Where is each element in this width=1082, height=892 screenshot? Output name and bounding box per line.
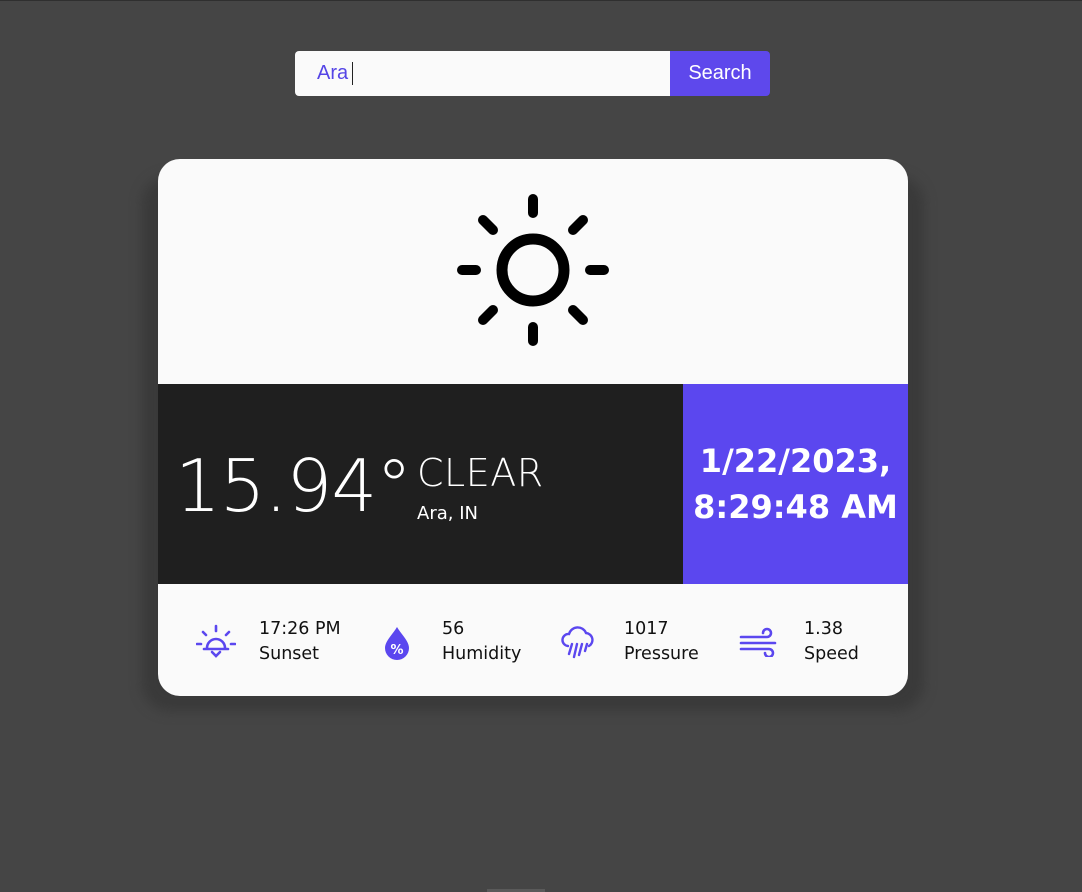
stat-text: 56 Humidity xyxy=(442,617,521,667)
temperature-panel: 15.94° CLEAR Ara, IN xyxy=(158,384,683,584)
datetime-panel: 1/22/2023, 8:29:48 AM xyxy=(683,384,908,584)
text-caret xyxy=(352,62,353,85)
stat-humidity: % 56 Humidity xyxy=(383,617,521,667)
date: 1/22/2023, xyxy=(699,442,892,480)
wind-icon xyxy=(739,627,777,657)
temperature: 15.94° xyxy=(175,444,412,528)
stat-label: Speed xyxy=(804,644,859,664)
window-top-border xyxy=(0,0,1082,1)
stat-pressure: 1017 Pressure xyxy=(560,617,699,667)
stat-label: Pressure xyxy=(624,644,699,664)
time: 8:29:48 AM xyxy=(693,488,898,526)
stat-value: 1.38 xyxy=(804,619,843,639)
stat-sunset: 17:26 PM Sunset xyxy=(196,617,341,667)
search-button[interactable]: Search xyxy=(670,51,770,96)
stat-value: 1017 xyxy=(624,619,669,639)
stat-label: Sunset xyxy=(259,644,320,664)
sunset-icon xyxy=(196,624,236,658)
humidity-icon: % xyxy=(385,627,409,660)
stat-text: 1017 Pressure xyxy=(624,617,699,667)
rain-cloud-icon xyxy=(561,626,594,659)
stat-value: 17:26 PM xyxy=(259,619,341,639)
weather-icon-area xyxy=(158,159,908,384)
weather-card: 15.94° CLEAR Ara, IN 1/22/2023, 8:29:48 … xyxy=(158,159,908,696)
weather-summary: 15.94° CLEAR Ara, IN 1/22/2023, 8:29:48 … xyxy=(158,384,908,584)
sun-icon xyxy=(457,194,609,346)
datetime: 1/22/2023, 8:29:48 AM xyxy=(693,438,898,530)
location: Ara, IN xyxy=(417,503,478,524)
stat-text: 1.38 Speed xyxy=(804,617,859,667)
stat-label: Humidity xyxy=(442,644,522,664)
search-bar: Search xyxy=(295,51,770,96)
svg-text:%: % xyxy=(390,643,403,658)
weather-stats: 17:26 PM Sunset % 56 Humidity 1017 Press… xyxy=(158,584,908,696)
weather-condition: CLEAR xyxy=(417,451,544,495)
stat-value: 56 xyxy=(442,619,465,639)
stat-text: 17:26 PM Sunset xyxy=(259,617,341,667)
stat-speed: 1.38 Speed xyxy=(739,617,859,667)
